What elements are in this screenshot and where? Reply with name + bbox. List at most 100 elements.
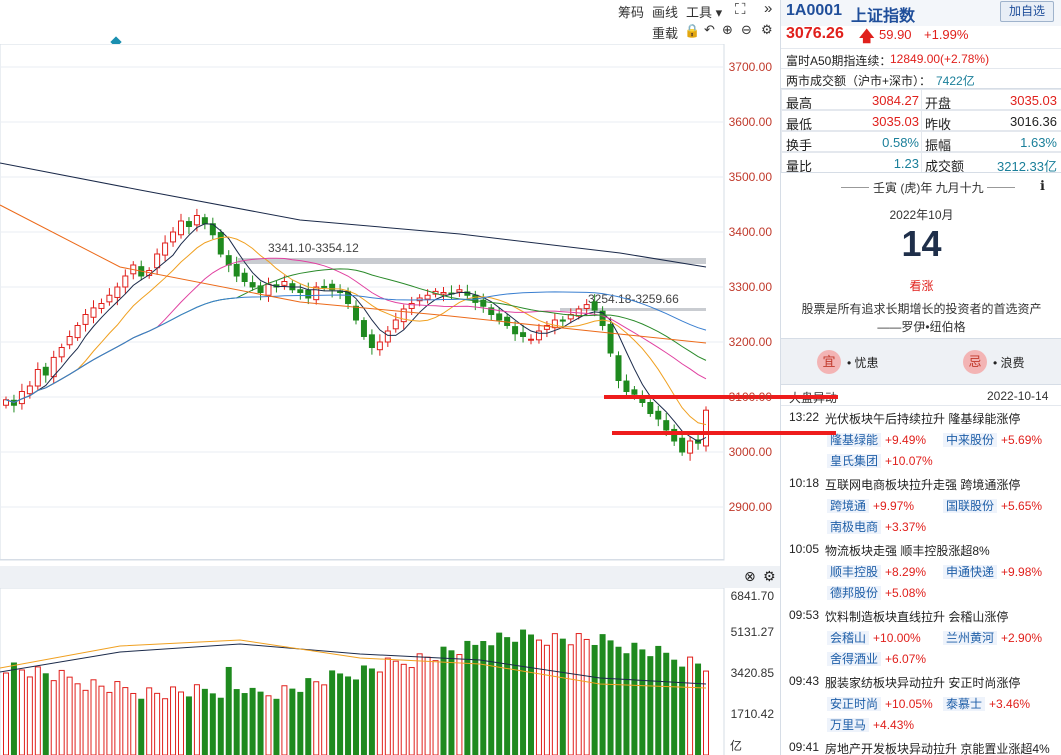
stock-chip[interactable]: 万里马 +4.43%	[827, 716, 914, 735]
volume-bar	[241, 693, 248, 755]
high-value: 3084.27	[872, 93, 919, 108]
stock-chip[interactable]: 皇氏集团 +10.07%	[827, 452, 933, 471]
turnover-rate-label: 换手	[786, 138, 813, 153]
yi-text: • 忧患	[847, 356, 879, 370]
stock-name[interactable]: 跨境通	[827, 499, 870, 513]
stock-change: +5.65%	[1001, 499, 1043, 513]
candle-body	[201, 217, 208, 225]
volume-bar	[225, 666, 232, 755]
stock-chip[interactable]: 舍得酒业 +6.07%	[827, 650, 926, 669]
stock-change: +8.29%	[885, 565, 927, 579]
stock-chip[interactable]: 会稽山 +10.00%	[827, 629, 921, 648]
stock-name[interactable]: 中来股份	[943, 433, 998, 447]
stock-name[interactable]: 兰州黄河	[943, 631, 998, 645]
news-title[interactable]: 服装家纺板块异动拉升 安正时尚涨停	[825, 674, 1020, 691]
news-title[interactable]: 光伏板块午后持续拉升 隆基绿能涨停	[825, 410, 1020, 427]
volume-bar	[655, 645, 662, 755]
candle-body	[615, 355, 622, 381]
candle-body	[281, 281, 288, 286]
stock-name[interactable]: 南极电商	[827, 520, 882, 534]
price-tick: 2900.00	[728, 500, 772, 514]
drawn-line[interactable]	[612, 431, 836, 435]
chart-toolbar: 筹码 画线 工具 ▾ ⛶ » 重载 🔒 ↶ ⊕ ⊖ ⚙	[0, 0, 780, 48]
stock-name[interactable]: 申通快递	[943, 565, 998, 579]
stock-chip[interactable]: 泰慕士 +3.46%	[943, 695, 1030, 714]
stock-change: +9.49%	[885, 433, 927, 447]
zoom-out-icon[interactable]: ⊖	[741, 22, 752, 38]
candle-body	[58, 347, 65, 358]
news-title[interactable]: 房地产开发板块异动拉升 京能置业涨超4%	[825, 740, 1050, 755]
ji-text: • 浪费	[993, 356, 1025, 370]
volume-bar	[535, 639, 542, 755]
volume-bar	[360, 665, 367, 755]
fullscreen-icon[interactable]: ⛶	[735, 1, 746, 18]
chips-button[interactable]: 筹码	[618, 2, 644, 21]
stock-change: +10.00%	[873, 631, 921, 645]
close-icon[interactable]: ⊗	[744, 568, 756, 585]
lock-icon[interactable]: 🔒	[684, 23, 700, 39]
volume-bar	[551, 633, 558, 755]
prev-close-label: 昨收	[925, 117, 952, 132]
volume-bar	[337, 673, 344, 755]
volume-bar	[472, 644, 479, 755]
settings-icon[interactable]: ⚙	[763, 568, 776, 585]
stock-name[interactable]: 舍得酒业	[827, 652, 882, 666]
stock-name[interactable]: 国联股份	[943, 499, 998, 513]
stock-chip[interactable]: 顺丰控股 +8.29%	[827, 563, 926, 582]
volume-tick: 3420.85	[730, 666, 774, 680]
stock-name[interactable]: 隆基绿能	[827, 433, 882, 447]
news-title[interactable]: 互联网电商板块拉升走强 跨境通涨停	[825, 476, 1020, 493]
news-title[interactable]: 饮料制造板块直线拉升 会稽山涨停	[825, 608, 1008, 625]
draw-line-button[interactable]: 画线	[652, 2, 678, 21]
stock-chip[interactable]: 安正时尚 +10.05%	[827, 695, 933, 714]
news-date: 2022-10-14	[987, 389, 1049, 403]
amplitude-label: 振幅	[925, 138, 952, 153]
stock-name[interactable]: 泰慕士	[943, 697, 986, 711]
stock-name[interactable]: 万里马	[827, 718, 870, 732]
candle-body	[185, 221, 192, 228]
stock-name[interactable]: 会稽山	[827, 631, 870, 645]
volume-bar	[193, 684, 200, 755]
candle-body	[321, 285, 328, 288]
volume-bar	[384, 657, 391, 755]
info-icon[interactable]: ℹ	[1040, 178, 1045, 194]
quote-author: ——罗伊•纽伯格	[877, 320, 966, 334]
candle-body	[440, 292, 447, 295]
stock-name[interactable]: 顺丰控股	[827, 565, 882, 579]
zoom-in-icon[interactable]: ⊕	[722, 22, 733, 38]
stock-name[interactable]: 皇氏集团	[827, 454, 882, 468]
add-watchlist-button[interactable]: 加自选	[1000, 1, 1054, 22]
stock-chip[interactable]: 南极电商 +3.37%	[827, 518, 926, 537]
candle-body	[583, 304, 590, 309]
stock-chip[interactable]: 隆基绿能 +9.49%	[827, 431, 926, 450]
turnover-label: 两市成交额（沪市+深市）：	[786, 74, 932, 88]
tools-button[interactable]: 工具 ▾	[686, 2, 722, 21]
stock-name[interactable]: 德邦股份	[827, 586, 882, 600]
high-label: 最高	[786, 96, 813, 111]
volume-bar	[496, 632, 503, 755]
stock-chip[interactable]: 申通快递 +9.98%	[943, 563, 1042, 582]
candle-body	[520, 332, 527, 337]
volume-bar	[687, 656, 694, 755]
stock-chip[interactable]: 中来股份 +5.69%	[943, 431, 1042, 450]
stock-chip[interactable]: 跨境通 +9.97%	[827, 497, 914, 516]
volume-chart[interactable]	[0, 588, 780, 755]
candle-body	[512, 326, 519, 335]
stock-chip[interactable]: 兰州黄河 +2.90%	[943, 629, 1042, 648]
volume-bar	[106, 691, 113, 755]
price-tick: 3700.00	[728, 60, 772, 74]
volume-bar	[233, 689, 240, 755]
undo-icon[interactable]: ↶	[704, 22, 715, 38]
volume-bar	[178, 691, 184, 755]
candlestick-chart[interactable]: 3341.10-3354.12 3254.18-3259.66	[0, 44, 780, 564]
volume-bar	[599, 634, 606, 755]
stock-chip[interactable]: 德邦股份 +5.08%	[827, 584, 926, 603]
yi-ji-bar: 宜 • 忧患 忌 • 浪费	[781, 338, 1061, 384]
settings-icon[interactable]: ⚙	[761, 22, 773, 38]
stock-name[interactable]: 安正时尚	[827, 697, 882, 711]
collapse-panel-icon[interactable]: »	[764, 0, 772, 17]
stock-chip[interactable]: 国联股份 +5.65%	[943, 497, 1042, 516]
volume-bar	[543, 644, 550, 755]
news-title[interactable]: 物流板块走强 顺丰控股涨超8%	[825, 542, 990, 559]
reweight-button[interactable]: 重载	[652, 23, 678, 42]
